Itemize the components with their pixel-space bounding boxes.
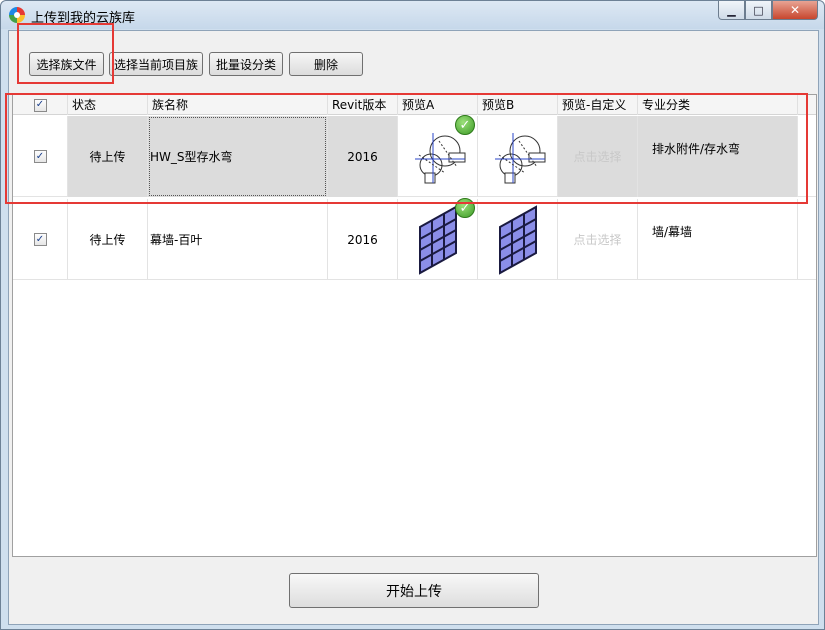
batch-category-button[interactable]: 批量设分类 [209, 52, 283, 76]
select-all-checkbox[interactable]: ✓ [33, 98, 47, 112]
close-button[interactable]: ✕ [772, 1, 818, 20]
table-row[interactable]: ✓ 待上传 幕墙-百叶 2016 ✓ 点击选择 墙/幕墙 [13, 198, 816, 280]
header-filler [798, 95, 816, 115]
maximize-icon: □ [753, 3, 764, 17]
window-title: 上传到我的云族库 [31, 11, 136, 26]
revit-version-cell: 2016 [328, 116, 398, 197]
header-category[interactable]: 专业分类 [638, 95, 798, 115]
select-project-families-button[interactable]: 选择当前项目族 [109, 52, 203, 76]
custom-preview-cell[interactable]: 点击选择 [558, 116, 638, 197]
row-filler [798, 116, 816, 197]
minimize-icon: ▁ [727, 3, 736, 17]
name-cell[interactable]: HW_S型存水弯 [148, 116, 328, 197]
check-badge-icon: ✓ [455, 115, 475, 135]
name-cell[interactable]: 幕墙-百叶 [148, 199, 328, 280]
header-preview-a[interactable]: 预览A [398, 95, 478, 115]
delete-button[interactable]: 删除 [289, 52, 363, 76]
table-row[interactable]: ✓ 待上传 HW_S型存水弯 2016 ✓ 点击选择 排水附件/存水弯 [13, 115, 816, 197]
title-bar[interactable]: 上传到我的云族库 ▁ □ ✕ [1, 1, 824, 29]
window-controls: ▁ □ ✕ [718, 1, 818, 20]
header-preview-custom[interactable]: 预览-自定义 [558, 95, 638, 115]
app-window: 上传到我的云族库 ▁ □ ✕ 选择族文件 选择当前项目族 批量设分类 删除 ✓ … [0, 0, 825, 630]
row-checkbox[interactable]: ✓ [33, 233, 47, 246]
category-cell[interactable]: 排水附件/存水弯 [638, 116, 798, 197]
grid-header: ✓ 状态 族名称 Revit版本 预览A 预览B 预览-自定义 专业分类 [13, 95, 816, 115]
custom-preview-cell[interactable]: 点击选择 [558, 199, 638, 280]
preview-a-cell[interactable]: ✓ [398, 198, 478, 280]
row-filler [798, 199, 816, 280]
select-family-files-button[interactable]: 选择族文件 [29, 52, 104, 76]
family-grid: ✓ 状态 族名称 Revit版本 预览A 预览B 预览-自定义 专业分类 ✓ 待… [12, 94, 817, 557]
focus-rect [149, 117, 326, 196]
row-checkbox[interactable]: ✓ [33, 150, 47, 163]
trap-preview-icon [414, 132, 465, 183]
header-name[interactable]: 族名称 [148, 95, 328, 115]
preview-b-cell[interactable] [478, 116, 558, 197]
trap-preview-icon [494, 132, 545, 183]
close-icon: ✕ [789, 3, 801, 17]
revit-version-cell: 2016 [328, 199, 398, 280]
maximize-button[interactable]: □ [745, 1, 772, 20]
header-revit[interactable]: Revit版本 [328, 95, 398, 115]
row-check-cell: ✓ [13, 199, 68, 280]
status-cell: 待上传 [68, 116, 148, 197]
start-upload-button[interactable]: 开始上传 [289, 573, 539, 608]
app-logo-icon [9, 7, 25, 23]
check-badge-icon: ✓ [455, 198, 475, 218]
preview-b-cell[interactable] [478, 199, 558, 280]
row-check-cell: ✓ [13, 116, 68, 197]
header-preview-b[interactable]: 预览B [478, 95, 558, 115]
client-area: 选择族文件 选择当前项目族 批量设分类 删除 ✓ 状态 族名称 Revit版本 … [8, 30, 819, 625]
status-cell: 待上传 [68, 199, 148, 280]
curtain-wall-preview-icon [418, 204, 457, 275]
category-cell[interactable]: 墙/幕墙 [638, 199, 798, 280]
preview-a-cell[interactable]: ✓ [398, 115, 478, 197]
select-all-cell: ✓ [13, 95, 68, 115]
minimize-button[interactable]: ▁ [718, 1, 745, 20]
curtain-wall-preview-icon [498, 204, 537, 275]
header-status[interactable]: 状态 [68, 95, 148, 115]
